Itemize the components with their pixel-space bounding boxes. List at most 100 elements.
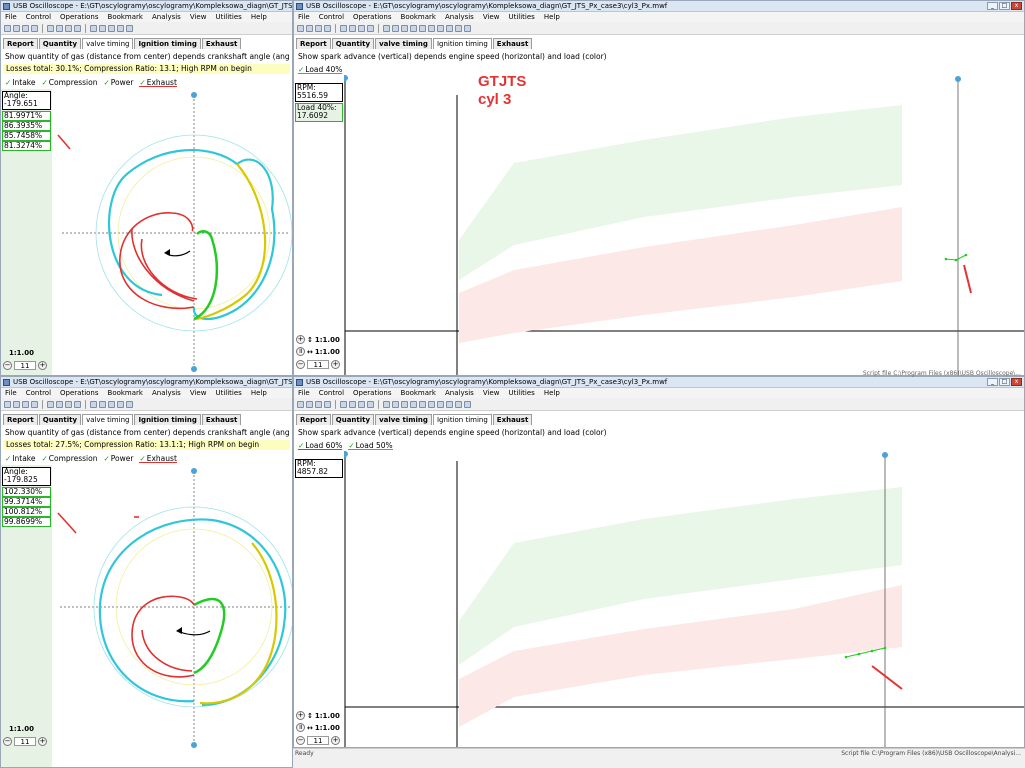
view-icon[interactable] [117,24,124,32]
title-bar[interactable]: USB Oscilloscope - E:\GT\oscylogramy\osc… [294,1,1024,12]
menu-file[interactable]: File [5,388,17,398]
settings-icon[interactable] [401,400,408,408]
menu-file[interactable]: File [298,388,310,398]
bottom-marker-icon[interactable] [191,366,197,372]
minimize-button[interactable]: _ [987,2,998,10]
zoom-y-pause-icon[interactable]: ॥ [296,347,305,356]
left-marker-icon[interactable] [344,451,348,457]
menu-operations[interactable]: Operations [353,12,391,22]
settings-icon[interactable] [401,24,408,32]
menu-analysis[interactable]: Analysis [152,388,181,398]
grid-icon[interactable] [428,24,435,32]
left-marker-icon[interactable] [344,75,348,81]
zoom-in-button[interactable]: + [38,737,47,746]
menu-view[interactable]: View [483,388,500,398]
cursor-marker-icon[interactable] [882,452,888,458]
save-icon[interactable] [315,400,322,408]
tab-ignition-timing[interactable]: Ignition timing [134,414,201,425]
tab-valve-timing[interactable]: valve timing [82,38,134,49]
title-bar[interactable]: USB Oscilloscope - E:\GT\oscylogramy\osc… [1,1,292,12]
menu-utilities[interactable]: Utilities [215,12,241,22]
checkbox-power[interactable]: ✓ Power [103,78,133,87]
record-icon[interactable] [392,400,399,408]
tab-report[interactable]: Report [3,38,38,49]
print-icon[interactable] [324,24,331,32]
view-icon[interactable] [117,400,124,408]
save-icon[interactable] [22,400,29,408]
settings-icon[interactable] [108,400,115,408]
zoom-out-button[interactable]: − [296,360,305,369]
checkbox-compression[interactable]: ✓ Compression [42,454,98,463]
tab-exhaust[interactable]: Exhaust [492,38,533,49]
menu-help[interactable]: Help [544,12,560,22]
valve-timing-polar-plot[interactable] [52,465,292,755]
menu-control[interactable]: Control [319,12,344,22]
tab-ignition-timing[interactable]: Ignition timing [432,414,492,425]
measure-icon[interactable] [65,400,72,408]
record-icon[interactable] [392,24,399,32]
zoom-value[interactable]: 11 [307,360,329,369]
cursor-marker-icon[interactable] [955,76,961,82]
zoom-icon[interactable] [419,24,426,32]
menu-utilities[interactable]: Utilities [215,388,241,398]
open-icon[interactable] [13,400,20,408]
menu-help[interactable]: Help [251,388,267,398]
tab-report[interactable]: Report [296,414,331,425]
cursor-icon[interactable] [340,24,347,32]
zoom-in-button[interactable]: + [331,736,340,745]
top-marker-icon[interactable] [191,468,197,474]
view-icon[interactable] [410,400,417,408]
zoom-in-button[interactable]: + [331,360,340,369]
marker-icon[interactable] [56,400,63,408]
zoom-icon[interactable] [126,24,133,32]
menu-control[interactable]: Control [26,12,51,22]
menu-help[interactable]: Help [544,388,560,398]
zoom-out-button[interactable]: − [296,736,305,745]
maximize-button[interactable]: □ [999,378,1010,386]
zoom-value[interactable]: 11 [307,736,329,745]
tab-valve-timing[interactable]: valve timing [82,414,134,425]
filter-icon[interactable] [367,400,374,408]
checkbox-compression[interactable]: ✓ Compression [42,78,98,87]
tools-icon[interactable] [446,24,453,32]
menu-help[interactable]: Help [251,12,267,22]
check-icon[interactable] [90,400,97,408]
tab-report[interactable]: Report [3,414,38,425]
checkbox-exhaust[interactable]: ✓ Exhaust [139,78,177,87]
cursor-icon[interactable] [47,400,54,408]
menu-control[interactable]: Control [319,388,344,398]
new-icon[interactable] [4,24,11,32]
title-bar[interactable]: USB Oscilloscope - E:\GT\oscylogramy\osc… [1,377,292,388]
menu-utilities[interactable]: Utilities [508,12,534,22]
tab-exhaust[interactable]: Exhaust [201,414,242,425]
marker-icon[interactable] [349,400,356,408]
tab-valve-timing[interactable]: valve timing [375,414,432,425]
top-marker-icon[interactable] [191,92,197,98]
open-icon[interactable] [306,400,313,408]
zoom-icon[interactable] [419,400,426,408]
menu-operations[interactable]: Operations [60,388,98,398]
zoom-x-in-button[interactable]: + [296,335,305,344]
new-icon[interactable] [297,24,304,32]
checkbox-intake[interactable]: ✓ Intake [5,78,36,87]
checkbox-load-50[interactable]: ✓ Load 50% [348,441,393,450]
zoom-x-in-button[interactable]: + [296,711,305,720]
tab-quantity[interactable]: Quantity [331,38,375,49]
zoom-value[interactable]: 11 [14,737,36,746]
new-icon[interactable] [297,400,304,408]
maximize-button[interactable]: □ [999,2,1010,10]
tab-quantity[interactable]: Quantity [38,38,82,49]
cursor-icon[interactable] [47,24,54,32]
delete-icon[interactable] [455,400,462,408]
marker-icon[interactable] [349,24,356,32]
menu-operations[interactable]: Operations [353,388,391,398]
zoom-out-button[interactable]: − [3,737,12,746]
menu-view[interactable]: View [190,388,207,398]
tab-exhaust[interactable]: Exhaust [201,38,242,49]
close-button[interactable]: x [1011,2,1022,10]
checkbox-load-40[interactable]: ✓ Load 40% [298,65,343,74]
tab-exhaust[interactable]: Exhaust [492,414,533,425]
tab-ignition-timing[interactable]: Ignition timing [432,38,492,49]
grid-icon[interactable] [428,400,435,408]
view-icon[interactable] [410,24,417,32]
